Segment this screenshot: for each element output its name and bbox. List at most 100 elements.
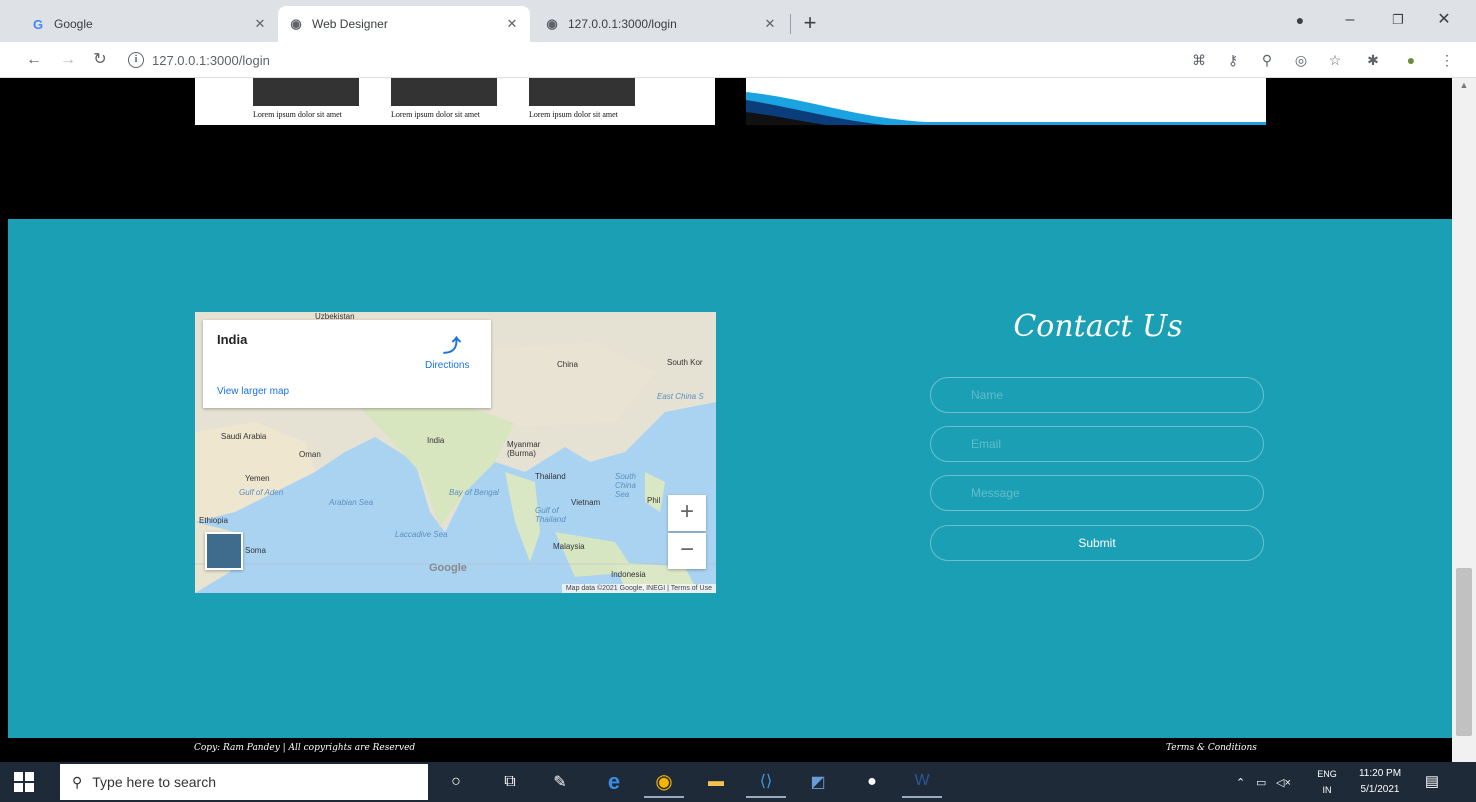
name-field[interactable] <box>930 377 1264 413</box>
map-label: Arabian Sea <box>329 498 374 507</box>
embedded-map[interactable]: Uzbekistan China South Kor East China S … <box>195 312 716 593</box>
email-field[interactable] <box>930 426 1264 462</box>
gallery-section: Lorem ipsum dolor sit amet Lorem ipsum d… <box>8 78 1452 219</box>
browser-toolbar: ← → ↻ i 127.0.0.1:3000/login ⌘ ⚷ ⚲ ◎ ☆ ✱… <box>0 42 1476 78</box>
page-viewport: Lorem ipsum dolor sit amet Lorem ipsum d… <box>8 78 1452 738</box>
map-label: Saudi Arabia <box>221 432 267 441</box>
network-icon[interactable]: ▭ <box>1256 762 1266 802</box>
map-place-name: India <box>217 332 248 347</box>
forward-button[interactable]: → <box>56 48 80 72</box>
new-tab-button[interactable]: + <box>796 10 824 38</box>
task-view-icon[interactable]: ⧉ <box>490 766 530 798</box>
close-window-button[interactable]: ✕ <box>1424 6 1464 34</box>
page-scrollbar[interactable]: ▲ <box>1452 78 1476 738</box>
google-icon: G <box>32 16 44 32</box>
vscode-icon[interactable]: ⟨⟩ <box>746 766 786 798</box>
show-hidden-icons[interactable]: ⌃ <box>1236 762 1245 802</box>
map-label: India <box>427 436 445 445</box>
reload-button[interactable]: ↻ <box>88 48 112 72</box>
satellite-toggle[interactable] <box>205 532 243 570</box>
profile-icon[interactable]: ● <box>1280 6 1320 34</box>
zoom-icon[interactable]: ⚲ <box>1256 50 1278 70</box>
taskbar-search[interactable]: ⚲ Type here to search <box>60 764 428 800</box>
region-code: IN <box>1322 785 1332 795</box>
submit-button[interactable]: Submit <box>930 525 1264 561</box>
paint-icon[interactable]: ✎ <box>540 766 580 798</box>
gallery-thumbnail[interactable] <box>391 78 497 106</box>
close-icon[interactable]: ✕ <box>252 16 268 32</box>
tab-login[interactable]: ◉ 127.0.0.1:3000/login ✕ <box>534 6 788 42</box>
tab-web-designer[interactable]: ◉ Web Designer ✕ <box>278 6 530 42</box>
close-icon[interactable]: ✕ <box>504 16 520 32</box>
map-label: China <box>557 360 578 369</box>
clock-time: 11:20 PM <box>1358 768 1402 779</box>
taskbar-clock[interactable]: 11:20 PM 5/1/2021 <box>1352 766 1408 798</box>
address-bar[interactable]: i 127.0.0.1:3000/login <box>128 46 1178 74</box>
map-label: South Kor <box>667 358 703 367</box>
volume-icon[interactable]: ◁× <box>1276 762 1291 802</box>
cortana-icon[interactable]: ○ <box>436 766 476 798</box>
tracking-icon[interactable]: ◎ <box>1290 50 1312 70</box>
menu-icon[interactable]: ⋮ <box>1436 50 1458 70</box>
app-icon[interactable]: ◩ <box>798 766 838 798</box>
app-icon[interactable]: ● <box>852 766 892 798</box>
scrollbar-thumb[interactable] <box>1456 568 1472 736</box>
language-indicator[interactable]: ENG IN <box>1310 766 1344 798</box>
gallery-caption: Lorem ipsum dolor sit amet <box>391 110 480 119</box>
scroll-up-icon[interactable]: ▲ <box>1452 80 1476 90</box>
directions-link[interactable]: Directions <box>425 360 469 371</box>
map-label: Oman <box>299 450 321 459</box>
globe-icon: ◉ <box>546 16 558 31</box>
back-button[interactable]: ← <box>22 48 46 72</box>
search-icon: ⚲ <box>72 773 83 790</box>
map-label: Yemen <box>245 474 270 483</box>
zoom-out-button[interactable]: − <box>668 533 706 569</box>
gallery-card: Lorem ipsum dolor sit amet Lorem ipsum d… <box>195 78 715 125</box>
google-logo: Google <box>429 562 467 574</box>
map-label: South China Sea <box>615 472 636 499</box>
key-icon[interactable]: ⚷ <box>1222 50 1244 70</box>
word-icon[interactable]: W <box>902 766 942 798</box>
message-field[interactable] <box>930 475 1264 511</box>
translate-icon[interactable]: ⌘ <box>1188 50 1210 70</box>
language-code: ENG <box>1317 769 1337 779</box>
gallery-thumbnail[interactable] <box>253 78 359 106</box>
contact-title: Contact Us <box>1013 309 1183 344</box>
globe-icon: ◉ <box>290 16 302 31</box>
notification-icon[interactable]: ▤ <box>1422 772 1442 792</box>
restore-button[interactable]: ❐ <box>1378 6 1418 34</box>
edge-icon[interactable]: e <box>594 766 634 798</box>
avatar[interactable]: ● <box>1400 50 1422 70</box>
terms-of-use-link[interactable]: Terms of Use <box>671 585 712 592</box>
map-label: Malaysia <box>553 542 585 551</box>
tab-separator <box>790 14 791 34</box>
map-label: Myanmar (Burma) <box>507 440 541 458</box>
map-label: Gulf of Aden <box>239 488 284 497</box>
tab-title: Web Designer <box>312 17 388 31</box>
copyright-text: Copy: Ram Pandey | All copyrights are Re… <box>194 743 416 753</box>
file-explorer-icon[interactable]: ▬ <box>696 766 736 798</box>
gallery-thumbnail[interactable] <box>529 78 635 106</box>
windows-start-icon[interactable] <box>14 772 34 792</box>
gallery-caption: Lorem ipsum dolor sit amet <box>529 110 618 119</box>
view-larger-map-link[interactable]: View larger map <box>217 386 289 397</box>
zoom-in-button[interactable]: + <box>668 495 706 531</box>
bookmark-star-icon[interactable]: ☆ <box>1324 50 1346 70</box>
gallery-caption: Lorem ipsum dolor sit amet <box>253 110 342 119</box>
chrome-icon[interactable]: ◉ <box>644 766 684 798</box>
map-label: Thailand <box>535 472 566 481</box>
tab-title: 127.0.0.1:3000/login <box>568 17 677 31</box>
map-place-card: India ⤴ Directions View larger map <box>203 320 491 408</box>
terms-link[interactable]: Terms & Conditions <box>1166 743 1257 753</box>
map-label: Soma <box>245 546 266 555</box>
close-icon[interactable]: ✕ <box>762 16 778 32</box>
site-info-icon[interactable]: i <box>128 52 144 68</box>
minimize-button[interactable]: – <box>1330 6 1370 34</box>
map-label: Bay of Bengal <box>449 488 499 497</box>
tab-google[interactable]: G Google ✕ <box>20 6 278 42</box>
directions-icon[interactable]: ⤴ <box>443 332 461 358</box>
extensions-icon[interactable]: ✱ <box>1362 50 1384 70</box>
page-footer: Copy: Ram Pandey | All copyrights are Re… <box>8 738 1452 762</box>
tab-title: Google <box>54 17 93 31</box>
wave-graphic <box>746 92 1266 125</box>
